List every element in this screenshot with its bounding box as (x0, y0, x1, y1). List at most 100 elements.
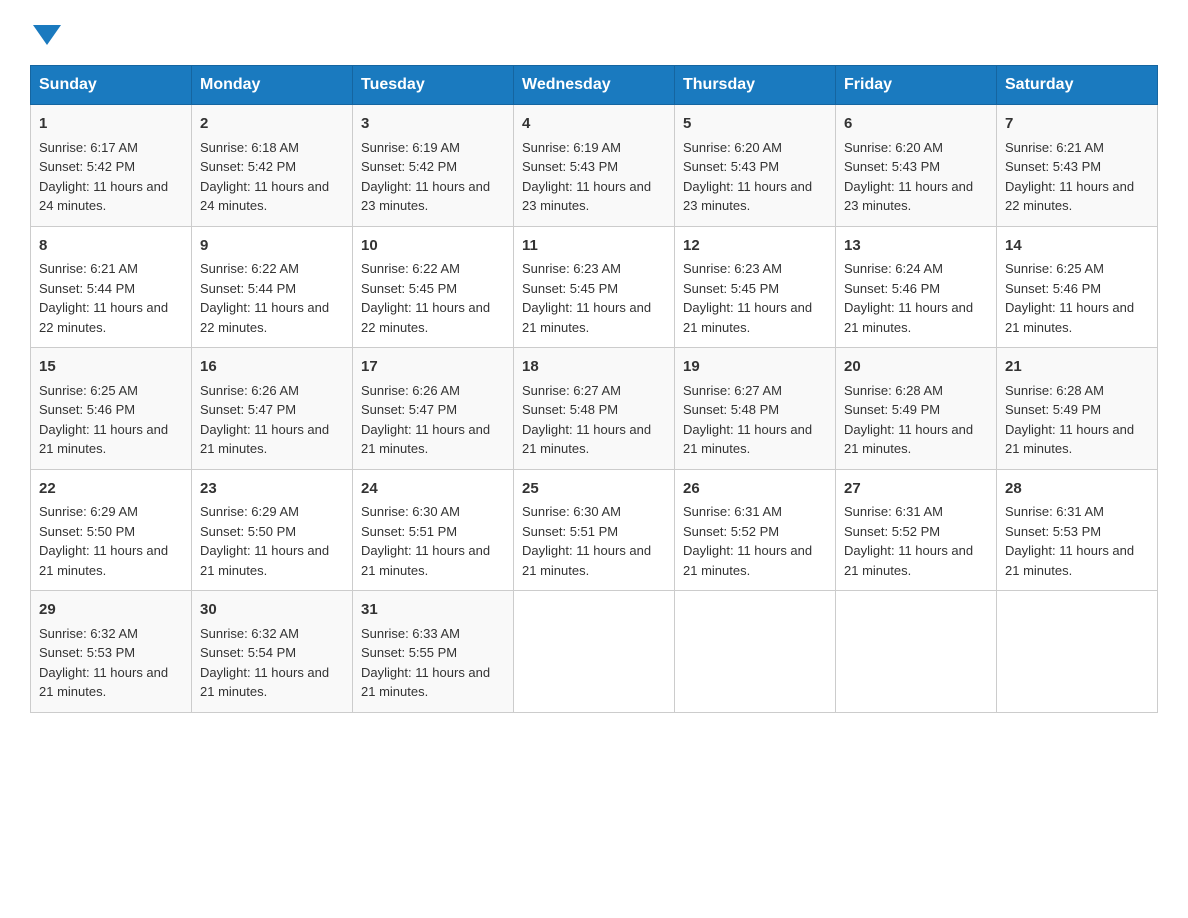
header-wednesday: Wednesday (514, 66, 675, 105)
daylight-text: Daylight: 11 hours and 21 minutes. (522, 543, 651, 578)
day-number: 22 (39, 478, 183, 501)
sunrise-text: Sunrise: 6:19 AM (361, 140, 460, 155)
daylight-text: Daylight: 11 hours and 21 minutes. (361, 665, 490, 700)
table-row: 14 Sunrise: 6:25 AM Sunset: 5:46 PM Dayligh… (997, 226, 1158, 348)
calendar-week-row: 22 Sunrise: 6:29 AM Sunset: 5:50 PM Dayligh… (31, 469, 1158, 591)
table-row: 22Sunrise: 6:29 AMSunset: 5:50 PMDayligh… (31, 469, 192, 591)
daylight-text: Daylight: 11 hours and 23 minutes. (844, 179, 973, 214)
calendar-header-row: Sunday Monday Tuesday Wednesday Thursday… (31, 66, 1158, 105)
day-number: 21 (1005, 356, 1149, 379)
sunrise-text: Sunrise: 6:23 AM (522, 261, 621, 276)
table-row: 20Sunrise: 6:28 AMSunset: 5:49 PMDayligh… (836, 348, 997, 470)
header-sunday: Sunday (31, 66, 192, 105)
day-number: 29 (39, 599, 183, 622)
sunset-text: Sunset: 5:46 PM (1005, 281, 1101, 296)
day-number: 20 (844, 356, 988, 379)
sunset-text: Sunset: 5:48 PM (683, 402, 779, 417)
sunset-text: Sunset: 5:50 PM (39, 524, 135, 539)
sunrise-text: Sunrise: 6:29 AM (39, 504, 138, 519)
daylight-text: Daylight: 11 hours and 23 minutes. (361, 179, 490, 214)
table-row: 27Sunrise: 6:31 AMSunset: 5:52 PMDayligh… (836, 469, 997, 591)
daylight-text: Daylight: 11 hours and 21 minutes. (1005, 300, 1134, 335)
sunrise-text: Sunrise: 6:25 AM (1005, 261, 1104, 276)
sunset-text: Sunset: 5:47 PM (200, 402, 296, 417)
sunrise-text: Sunrise: 6:22 AM (200, 261, 299, 276)
table-row: 2Sunrise: 6:18 AMSunset: 5:42 PMDaylight… (192, 105, 353, 227)
daylight-text: Daylight: 11 hours and 24 minutes. (200, 179, 329, 214)
sunset-text: Sunset: 5:53 PM (1005, 524, 1101, 539)
sunset-text: Sunset: 5:55 PM (361, 645, 457, 660)
daylight-text: Daylight: 11 hours and 22 minutes. (1005, 179, 1134, 214)
logo-triangle-icon (33, 25, 61, 45)
day-number: 14 (1005, 235, 1149, 258)
day-number: 31 (361, 599, 505, 622)
day-number: 17 (361, 356, 505, 379)
sunset-text: Sunset: 5:49 PM (1005, 402, 1101, 417)
sunrise-text: Sunrise: 6:17 AM (39, 140, 138, 155)
day-number: 2 (200, 113, 344, 136)
daylight-text: Daylight: 11 hours and 21 minutes. (361, 543, 490, 578)
table-row: 23Sunrise: 6:29 AMSunset: 5:50 PMDayligh… (192, 469, 353, 591)
sunrise-text: Sunrise: 6:31 AM (683, 504, 782, 519)
day-number: 9 (200, 235, 344, 258)
table-row: 28Sunrise: 6:31 AMSunset: 5:53 PMDayligh… (997, 469, 1158, 591)
day-number: 13 (844, 235, 988, 258)
header-tuesday: Tuesday (353, 66, 514, 105)
sunset-text: Sunset: 5:44 PM (200, 281, 296, 296)
sunset-text: Sunset: 5:45 PM (683, 281, 779, 296)
calendar-week-row: 1Sunrise: 6:17 AMSunset: 5:42 PMDaylight… (31, 105, 1158, 227)
logo (30, 20, 61, 45)
sunset-text: Sunset: 5:54 PM (200, 645, 296, 660)
sunrise-text: Sunrise: 6:33 AM (361, 626, 460, 641)
day-number: 23 (200, 478, 344, 501)
table-row: 15Sunrise: 6:25 AMSunset: 5:46 PMDayligh… (31, 348, 192, 470)
day-number: 28 (1005, 478, 1149, 501)
table-row: 26Sunrise: 6:31 AMSunset: 5:52 PMDayligh… (675, 469, 836, 591)
calendar-week-row: 15Sunrise: 6:25 AMSunset: 5:46 PMDayligh… (31, 348, 1158, 470)
table-row: 12 Sunrise: 6:23 AM Sunset: 5:45 PM Dayligh… (675, 226, 836, 348)
daylight-text: Daylight: 11 hours and 21 minutes. (39, 665, 168, 700)
sunrise-text: Sunrise: 6:23 AM (683, 261, 782, 276)
daylight-text: Daylight: 11 hours and 21 minutes. (1005, 422, 1134, 457)
daylight-text: Daylight: 11 hours and 21 minutes. (844, 422, 973, 457)
sunset-text: Sunset: 5:42 PM (361, 159, 457, 174)
sunset-text: Sunset: 5:52 PM (844, 524, 940, 539)
table-row: 10Sunrise: 6:22 AMSunset: 5:45 PMDayligh… (353, 226, 514, 348)
daylight-text: Daylight: 11 hours and 24 minutes. (39, 179, 168, 214)
table-row: 31 Sunrise: 6:33 AM Sunset: 5:55 PM Dayligh… (353, 591, 514, 713)
sunset-text: Sunset: 5:45 PM (361, 281, 457, 296)
daylight-text: Daylight: 11 hours and 21 minutes. (844, 543, 973, 578)
sunrise-text: Sunrise: 6:31 AM (1005, 504, 1104, 519)
table-row: 6Sunrise: 6:20 AMSunset: 5:43 PMDaylight… (836, 105, 997, 227)
header-monday: Monday (192, 66, 353, 105)
table-row (997, 591, 1158, 713)
day-number: 8 (39, 235, 183, 258)
sunset-text: Sunset: 5:46 PM (844, 281, 940, 296)
sunset-text: Sunset: 5:50 PM (200, 524, 296, 539)
sunrise-text: Sunrise: 6:25 AM (39, 383, 138, 398)
sunrise-text: Sunrise: 6:22 AM (361, 261, 460, 276)
daylight-text: Daylight: 11 hours and 21 minutes. (200, 543, 329, 578)
sunset-text: Sunset: 5:42 PM (39, 159, 135, 174)
day-number: 5 (683, 113, 827, 136)
daylight-text: Daylight: 11 hours and 21 minutes. (683, 422, 812, 457)
sunset-text: Sunset: 5:48 PM (522, 402, 618, 417)
sunrise-text: Sunrise: 6:30 AM (361, 504, 460, 519)
sunrise-text: Sunrise: 6:28 AM (844, 383, 943, 398)
daylight-text: Daylight: 11 hours and 21 minutes. (683, 300, 812, 335)
day-number: 16 (200, 356, 344, 379)
table-row: 3Sunrise: 6:19 AMSunset: 5:42 PMDaylight… (353, 105, 514, 227)
sunset-text: Sunset: 5:52 PM (683, 524, 779, 539)
sunset-text: Sunset: 5:42 PM (200, 159, 296, 174)
table-row: 13Sunrise: 6:24 AMSunset: 5:46 PMDayligh… (836, 226, 997, 348)
sunrise-text: Sunrise: 6:24 AM (844, 261, 943, 276)
sunset-text: Sunset: 5:51 PM (522, 524, 618, 539)
table-row: 16Sunrise: 6:26 AMSunset: 5:47 PMDayligh… (192, 348, 353, 470)
table-row (836, 591, 997, 713)
daylight-text: Daylight: 11 hours and 21 minutes. (39, 422, 168, 457)
day-number: 12 (683, 235, 827, 258)
sunrise-text: Sunrise: 6:27 AM (522, 383, 621, 398)
sunrise-text: Sunrise: 6:27 AM (683, 383, 782, 398)
table-row: 5Sunrise: 6:20 AMSunset: 5:43 PMDaylight… (675, 105, 836, 227)
sunrise-text: Sunrise: 6:19 AM (522, 140, 621, 155)
